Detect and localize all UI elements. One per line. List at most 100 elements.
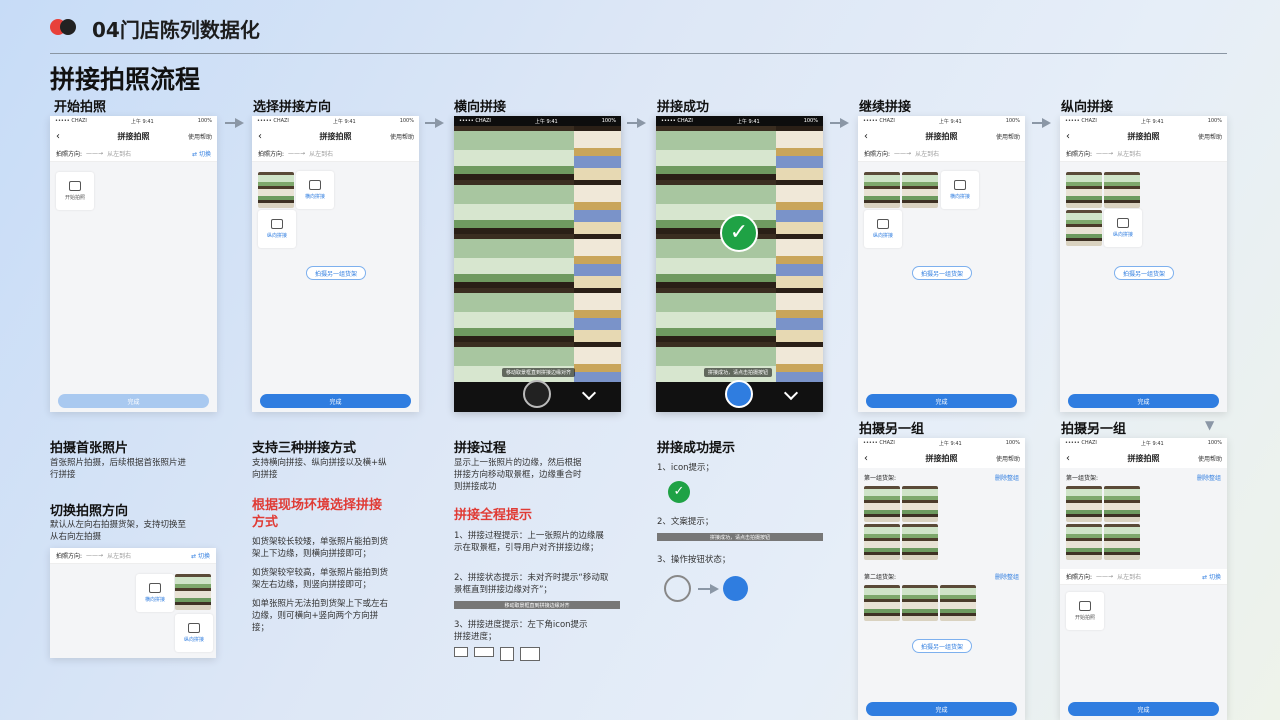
nav-title: 拼接拍照 (1127, 131, 1160, 141)
done-button[interactable]: 完成 (866, 394, 1017, 408)
vertical-stitch-button[interactable]: 纵向拼接 (1104, 209, 1142, 247)
photo-thumb (258, 172, 294, 208)
progress-icon (500, 647, 514, 661)
flow-arrow-icon (235, 118, 244, 128)
phone-continue: ••••• CHAZI 上午 9:41 100% ‹ 拼接拍照 使用帮助 拍照方向: ——… (858, 116, 1025, 412)
photo-thumb (1104, 172, 1140, 208)
vertical-stitch-button[interactable]: 纵向拼接 (175, 614, 213, 652)
back-button[interactable]: ‹ (258, 131, 262, 142)
back-button[interactable]: ‹ (864, 131, 868, 142)
nav-title: 拼接拍照 (117, 131, 150, 141)
start-shoot-button[interactable]: 开始拍照 (56, 172, 94, 210)
phone-another-1: ••••• CHAZI 上午 9:41 100% ‹ 拼接拍照 使用帮助 第一组货架: … (858, 438, 1025, 720)
shelf-photo (454, 126, 621, 382)
delete-group-button[interactable]: 删除整组 (1197, 473, 1221, 482)
section-text-first: 首张照片拍摄，后续根据首张照片进行拼接 (50, 458, 187, 480)
start-shoot-button[interactable]: 开始拍照 (1066, 592, 1104, 630)
photo-thumb (864, 486, 900, 522)
shutter-button[interactable] (725, 380, 753, 408)
step-title-another-1: 拍摄另一组 (859, 422, 925, 437)
photo-thumb (1066, 524, 1102, 560)
help-link[interactable]: 使用帮助 (996, 454, 1020, 463)
delete-group-button[interactable]: 删除整组 (995, 572, 1019, 581)
photo-thumb (902, 524, 938, 560)
nav-title: 拼接拍照 (925, 131, 958, 141)
camera-icon (1079, 601, 1091, 611)
photo-thumb (1104, 524, 1140, 560)
done-button[interactable]: 完成 (866, 702, 1017, 716)
flow-arrow-icon (840, 118, 849, 128)
switch-direction-preview: 拍照方向: ——→ 从左到右 ⇄ 切换 横向拼接 纵向拼接 (50, 548, 216, 658)
switch-direction-button[interactable]: ⇄ 切换 (191, 551, 210, 560)
horizontal-stitch-button[interactable]: 横向拼接 (941, 171, 979, 209)
section-text-three: 支持横向拼接、纵向拼接以及横+纵向拼接 (252, 458, 387, 480)
help-link[interactable]: 使用帮助 (1198, 132, 1222, 141)
success-1: 1、icon提示； (657, 463, 715, 473)
hint-3: 3、拼接进度提示：左下角icon提示拼接进度； (454, 620, 588, 642)
delete-group-button[interactable]: 删除整组 (995, 473, 1019, 482)
camera-icon (69, 181, 81, 191)
done-button[interactable]: 完成 (58, 394, 209, 408)
arrow-right-icon (710, 584, 719, 594)
phone-start: ••••• CHAZI 上午 9:41 100% ‹ 拼接拍照 使用帮助 拍照方向: ——… (50, 116, 217, 412)
shoot-another-button[interactable]: 拍摄另一组货架 (912, 639, 972, 653)
flow-arrow-icon (435, 118, 444, 128)
shutter-disabled-button[interactable] (523, 380, 551, 408)
horizontal-stitch-button[interactable]: 横向拼接 (136, 574, 174, 612)
back-button[interactable]: ‹ (1066, 453, 1070, 464)
success-2: 2、文案提示； (657, 517, 714, 527)
stitch-h-icon (309, 180, 321, 190)
shoot-another-button[interactable]: 拍摄另一组货架 (1114, 266, 1174, 280)
photo-thumb (1066, 172, 1102, 208)
choose-p1: 如货架较长较矮，单张照片能拍到货架上下边缘，则横向拼接即可； (252, 537, 389, 559)
nav-title: 拼接拍照 (319, 131, 352, 141)
photo-thumb (1066, 210, 1102, 246)
switch-direction-button[interactable]: ⇄ 切换 (192, 149, 211, 158)
hint-2: 2、拼接状态提示：未对齐时提示“移动取景框直到拼接边缘对齐”； (454, 573, 609, 595)
stitch-v-icon (188, 623, 200, 633)
step-title-continue: 继续拼接 (859, 100, 912, 115)
photo-thumb (1066, 486, 1102, 522)
horizontal-stitch-button[interactable]: 横向拼接 (296, 171, 334, 209)
back-button[interactable]: ‹ (864, 453, 868, 464)
step-title-another-2: 拍摄另一组 (1061, 422, 1127, 437)
section-title-three: 支持三种拼接方式 (252, 441, 357, 456)
section-title-switch: 切换拍照方向 (50, 504, 129, 519)
help-link[interactable]: 使用帮助 (188, 132, 212, 141)
progress-icon (454, 647, 468, 657)
progress-icon (474, 647, 494, 657)
section-text-process: 显示上一张照片的边缘，然后根据拼接方向移动取景框，边缘重合时则拼接成功 (454, 458, 582, 492)
main-title: 拼接拍照流程 (50, 65, 201, 94)
success-tip: 拼接成功，请点击拍摄按钮 (704, 368, 773, 377)
align-tip: 移动取景框直到拼接边缘对齐 (502, 368, 576, 377)
done-button[interactable]: 完成 (1068, 702, 1219, 716)
photo-thumb (1104, 486, 1140, 522)
help-link[interactable]: 使用帮助 (1198, 454, 1222, 463)
photo-thumb (902, 172, 938, 208)
shelf-photo (656, 126, 823, 382)
step-title-horizontal: 横向拼接 (454, 100, 507, 115)
vertical-stitch-button[interactable]: 纵向拼接 (258, 210, 296, 248)
step-title-vertical: 纵向拼接 (1061, 100, 1114, 115)
back-button[interactable]: ‹ (56, 131, 60, 142)
done-button[interactable]: 完成 (260, 394, 411, 408)
shoot-another-button[interactable]: 拍摄另一组货架 (912, 266, 972, 280)
photo-thumb (902, 585, 938, 621)
shoot-another-button[interactable]: 拍摄另一组货架 (306, 266, 366, 280)
flow-arrow-icon (637, 118, 646, 128)
help-link[interactable]: 使用帮助 (996, 132, 1020, 141)
help-link[interactable]: 使用帮助 (390, 132, 414, 141)
vertical-stitch-button[interactable]: 纵向拼接 (864, 210, 902, 248)
photo-thumb (864, 524, 900, 560)
done-button[interactable]: 完成 (1068, 394, 1219, 408)
switch-direction-button[interactable]: ⇄ 切换 (1202, 572, 1221, 581)
header-divider (50, 53, 1227, 54)
photo-thumb (175, 574, 211, 610)
brand-logo (50, 19, 78, 35)
hint-1: 1、拼接过程提示：上一张照片的边缘展示在取景框，引导用户对齐拼接边缘； (454, 531, 604, 553)
arrow-down-icon: ▼ (1205, 418, 1215, 432)
step-title-start: 开始拍照 (54, 100, 107, 115)
back-button[interactable]: ‹ (1066, 131, 1070, 142)
camera-success: ••••• CHAZI 上午 9:41 100% ✓ 拼接成功，请点击拍摄按钮 (656, 116, 823, 412)
phone-direction: ••••• CHAZI 上午 9:41 100% ‹ 拼接拍照 使用帮助 拍照方向: ——… (252, 116, 419, 412)
